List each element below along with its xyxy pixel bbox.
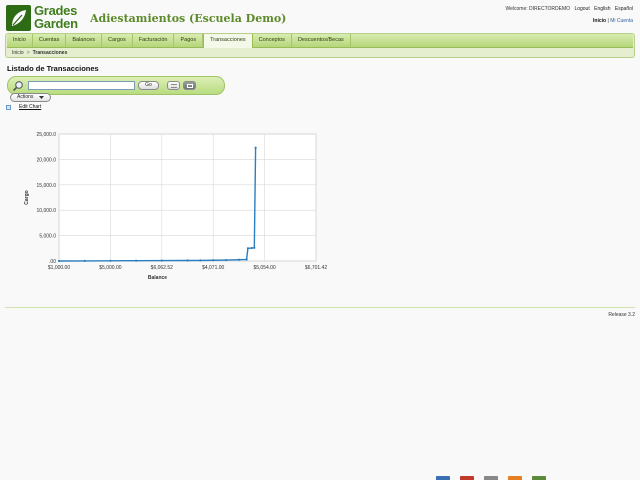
x-axis-label: Balance xyxy=(148,275,167,281)
welcome-text: Welcome: DIRECTORDEMO xyxy=(505,6,571,12)
site-title: Adiestamientos (Escuela Demo) xyxy=(90,12,287,25)
breadcrumb-home[interactable]: Inicio xyxy=(12,50,24,56)
y-tick-label: 20,000.0 xyxy=(37,157,57,163)
data-point xyxy=(186,259,189,262)
home-link[interactable]: Inicio xyxy=(593,18,606,24)
bottom-icon-5 xyxy=(532,476,546,480)
tab-descuentos-becas[interactable]: Descuentos/Becas xyxy=(292,34,351,47)
language-english-link[interactable]: English xyxy=(594,6,610,12)
language-spanish-link[interactable]: Español xyxy=(615,6,633,12)
data-point xyxy=(254,146,257,149)
x-tick-label: $1,000.00 xyxy=(48,265,70,271)
select-columns-button[interactable] xyxy=(167,81,180,90)
bottom-icon-3 xyxy=(484,476,498,480)
bottom-icon-4 xyxy=(508,476,522,480)
data-point xyxy=(109,259,112,262)
x-tick-label: $6,062.52 xyxy=(151,265,173,271)
tab-facturacion[interactable]: Facturación xyxy=(133,34,175,47)
tab-transacciones[interactable]: Transacciones xyxy=(203,34,253,48)
release-version: Release 3.2 xyxy=(608,312,635,318)
x-tick-label: $5,054.00 xyxy=(253,265,275,271)
tab-cargos[interactable]: Cargos xyxy=(102,34,133,47)
grades-garden-logo[interactable]: Grades Garden xyxy=(6,4,84,31)
search-icon xyxy=(12,81,23,92)
data-point xyxy=(212,259,215,262)
logo-leaf-icon xyxy=(6,5,31,31)
plot-area xyxy=(58,133,317,262)
breadcrumb-current: Transacciones xyxy=(32,50,68,56)
tab-conceptos[interactable]: Conceptos xyxy=(253,34,292,47)
data-point xyxy=(250,246,253,250)
data-point xyxy=(83,259,86,262)
data-point xyxy=(246,247,249,250)
chevron-down-icon xyxy=(39,96,44,99)
x-tick-label: $4,071.00 xyxy=(202,265,224,271)
chart-view-button[interactable] xyxy=(183,81,196,90)
data-point xyxy=(253,246,256,249)
collapse-icon[interactable] xyxy=(6,105,11,110)
actions-button[interactable]: Actions xyxy=(10,93,51,102)
data-point xyxy=(160,259,163,262)
logout-link[interactable]: Logout xyxy=(574,6,589,12)
y-tick-label: 5,000.0 xyxy=(39,234,56,240)
tab-pagos[interactable]: Pagos xyxy=(174,34,204,47)
footer-divider xyxy=(5,307,635,308)
actions-label: Actions xyxy=(17,94,34,100)
chart-icon xyxy=(187,84,193,88)
edit-chart-link[interactable]: Edit Chart xyxy=(19,104,41,110)
transactions-chart: .005,000.010,000.015,000.020,000.025,000… xyxy=(24,132,327,281)
go-button[interactable]: Go xyxy=(138,81,159,90)
menu-tabs: Inicio Cuentas Balances Cargos Facturaci… xyxy=(7,34,633,48)
main-menu-bar: Inicio Cuentas Balances Cargos Facturaci… xyxy=(5,33,635,58)
data-point xyxy=(199,259,202,262)
bottom-icons xyxy=(436,476,546,480)
header: Grades Garden Adiestamientos (Escuela De… xyxy=(0,0,640,34)
my-account-link[interactable]: Mi Cuenta xyxy=(610,18,633,24)
breadcrumb: Inicio > Transacciones xyxy=(12,49,67,57)
x-tick-label: $5,000.00 xyxy=(99,265,121,271)
x-tick-label: $6,701.42 xyxy=(305,265,327,271)
y-tick-label: 10,000.0 xyxy=(37,208,57,214)
y-axis-label: Cargo xyxy=(24,190,30,204)
search-input[interactable] xyxy=(28,81,135,90)
bottom-icon-2 xyxy=(460,476,474,480)
logo-text: Grades Garden xyxy=(34,4,78,30)
page-title: Listado de Transacciones xyxy=(7,64,99,73)
data-point xyxy=(135,259,138,262)
bottom-icon-1 xyxy=(436,476,450,480)
account-nav: Inicio | Mi Cuenta xyxy=(593,18,633,24)
data-point xyxy=(237,258,240,261)
data-point xyxy=(245,258,248,261)
top-user-nav: Welcome: DIRECTORDEMO Logout English Esp… xyxy=(503,6,634,12)
breadcrumb-separator: > xyxy=(26,50,30,56)
data-point xyxy=(57,259,61,263)
tab-inicio[interactable]: Inicio xyxy=(7,34,33,47)
tab-balances[interactable]: Balances xyxy=(66,34,102,47)
y-tick-label: 25,000.0 xyxy=(37,132,57,138)
tab-cuentas[interactable]: Cuentas xyxy=(33,34,67,47)
columns-icon xyxy=(171,84,177,88)
logo-line-2: Garden xyxy=(34,16,78,31)
account-nav-separator: | xyxy=(607,18,609,24)
data-point xyxy=(224,258,228,262)
y-tick-label: 15,000.0 xyxy=(37,183,57,189)
